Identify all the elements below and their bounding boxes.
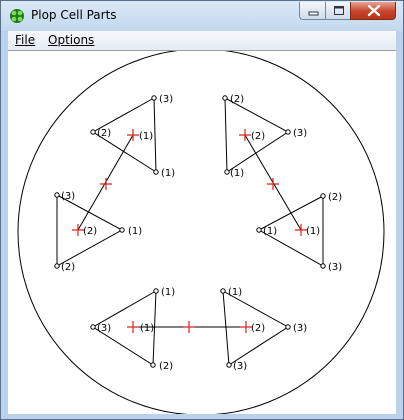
vertex-label: (3) [293,128,307,139]
minimize-icon [308,11,319,16]
minimize-button[interactable] [299,2,326,20]
menu-file-label: File [15,33,36,47]
marker-cross [183,321,195,333]
vertex-label: (3) [159,94,173,105]
vertex-label: (3) [233,361,247,372]
vertex-label: (3) [328,262,342,273]
vertex-dot [226,362,232,368]
vertex-dot [90,324,96,330]
marker-cross [239,129,251,141]
close-button[interactable] [350,2,396,20]
vertex-label: (1) [161,168,175,179]
vertex-dot [320,193,326,199]
vertex-label: (1) [140,323,154,334]
vertex-dot [224,169,230,175]
vertex-dot [150,362,156,368]
vertex-label: (1) [230,168,244,179]
vertex-label: (3) [97,323,111,334]
vertex-dot [153,169,159,175]
menu-file[interactable]: File [15,33,35,47]
title-bar[interactable]: Plop Cell Parts [1,1,403,31]
menu-options-label: Options [48,33,95,47]
vertex-dot [222,95,228,101]
close-icon [367,4,381,17]
marker-cross [127,129,139,141]
maximize-button[interactable] [325,2,351,20]
vertex-label: (2) [328,192,342,203]
vertex-dot [90,129,96,135]
marker-cross [127,321,139,333]
vertex-label: (1) [228,287,242,298]
vertex-label: (3) [61,191,75,202]
vertex-dot [153,288,159,294]
application-window: Plop Cell Parts File Options (3) (2) (1)… [0,0,404,420]
vertex-label: (1) [306,226,320,237]
window-title: Plop Cell Parts [31,8,117,22]
vertex-label: (2) [251,323,265,334]
vertex-label: (1) [263,226,277,237]
vertex-label: (3) [293,323,307,334]
vertex-label: (1) [139,131,153,142]
vertex-dot [54,263,60,269]
vertex-label: (2) [251,131,265,142]
vertex-dot [285,129,291,135]
vertex-dot [320,263,326,269]
menu-options[interactable]: Options [48,33,94,47]
vertex-dot [220,288,226,294]
vertex-label: (2) [97,128,111,139]
vertex-label: (2) [83,226,97,237]
drawing-canvas[interactable]: (3) (2) (1) (1) (2) (3) (2) (1) (3) (1) … [8,48,396,416]
vertex-dot [151,95,157,101]
vertex-label: (2) [230,94,244,105]
vertex-label: (2) [159,361,173,372]
vertex-dot [119,227,125,233]
marker-cross [267,178,279,190]
cell-boundary [17,48,385,416]
vertex-label: (1) [128,226,142,237]
vertex-dot [54,192,60,198]
vertex-dot [285,324,291,330]
vertex-label: (1) [161,287,175,298]
app-icon [10,9,24,23]
vertex-dot [256,227,262,233]
menu-bar: File Options [8,31,396,50]
vertex-label: (2) [61,262,75,273]
maximize-icon [334,6,344,15]
cell-parts-diagram: (3) (2) (1) (1) (2) (3) (2) (1) (3) (1) … [17,48,385,416]
